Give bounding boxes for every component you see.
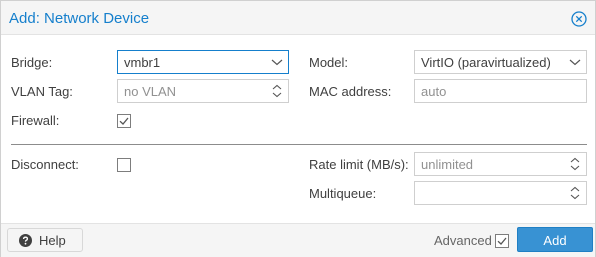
spinner-icon[interactable] (564, 182, 586, 204)
firewall-label: Firewall: (11, 113, 60, 128)
model-label: Model: (309, 55, 349, 70)
disconnect-label: Disconnect: (11, 157, 79, 172)
help-label: Help (39, 233, 66, 248)
add-label: Add (543, 233, 567, 248)
vlan-tag-field[interactable]: no VLAN (117, 79, 289, 103)
rate-limit-field[interactable]: unlimited (414, 152, 587, 176)
checkmark-icon (119, 117, 129, 125)
question-circle-icon (19, 234, 32, 247)
network-device-dialog: Add: Network Device Bridge: vmbr1 VLAN T… (0, 0, 596, 257)
rate-limit-label: Rate limit (MB/s): (309, 157, 409, 172)
spinner-icon[interactable] (564, 153, 586, 175)
model-value: VirtIO (paravirtualized) (421, 55, 551, 70)
advanced-checkbox[interactable] (495, 234, 509, 248)
add-button[interactable]: Add (517, 227, 593, 252)
vlan-tag-label: VLAN Tag: (11, 84, 73, 99)
mac-address-label: MAC address: (309, 84, 392, 99)
firewall-checkbox[interactable] (117, 114, 131, 128)
mac-address-field[interactable]: auto (414, 79, 587, 103)
disconnect-checkbox[interactable] (117, 158, 131, 172)
advanced-label: Advanced (434, 233, 492, 248)
rate-limit-placeholder: unlimited (421, 157, 474, 172)
bridge-label: Bridge: (11, 55, 53, 70)
dialog-title: Add: Network Device (9, 10, 150, 27)
checkmark-icon (497, 237, 507, 245)
model-select[interactable]: VirtIO (paravirtualized) (414, 50, 587, 74)
section-divider (11, 144, 587, 145)
bridge-value: vmbr1 (124, 55, 161, 70)
multiqueue-label: Multiqueue: (309, 186, 377, 201)
bridge-select[interactable]: vmbr1 (117, 50, 289, 74)
close-icon[interactable] (571, 11, 587, 27)
vlan-tag-placeholder: no VLAN (124, 84, 177, 99)
chevron-down-icon[interactable] (564, 51, 586, 73)
help-button[interactable]: Help (7, 228, 83, 252)
chevron-down-icon[interactable] (266, 51, 288, 73)
mac-address-placeholder: auto (421, 84, 447, 99)
dialog-titlebar: Add: Network Device (1, 1, 595, 35)
spinner-icon[interactable] (266, 80, 288, 102)
dialog-footer: Help Advanced Add (1, 223, 595, 257)
multiqueue-field[interactable] (414, 181, 587, 205)
